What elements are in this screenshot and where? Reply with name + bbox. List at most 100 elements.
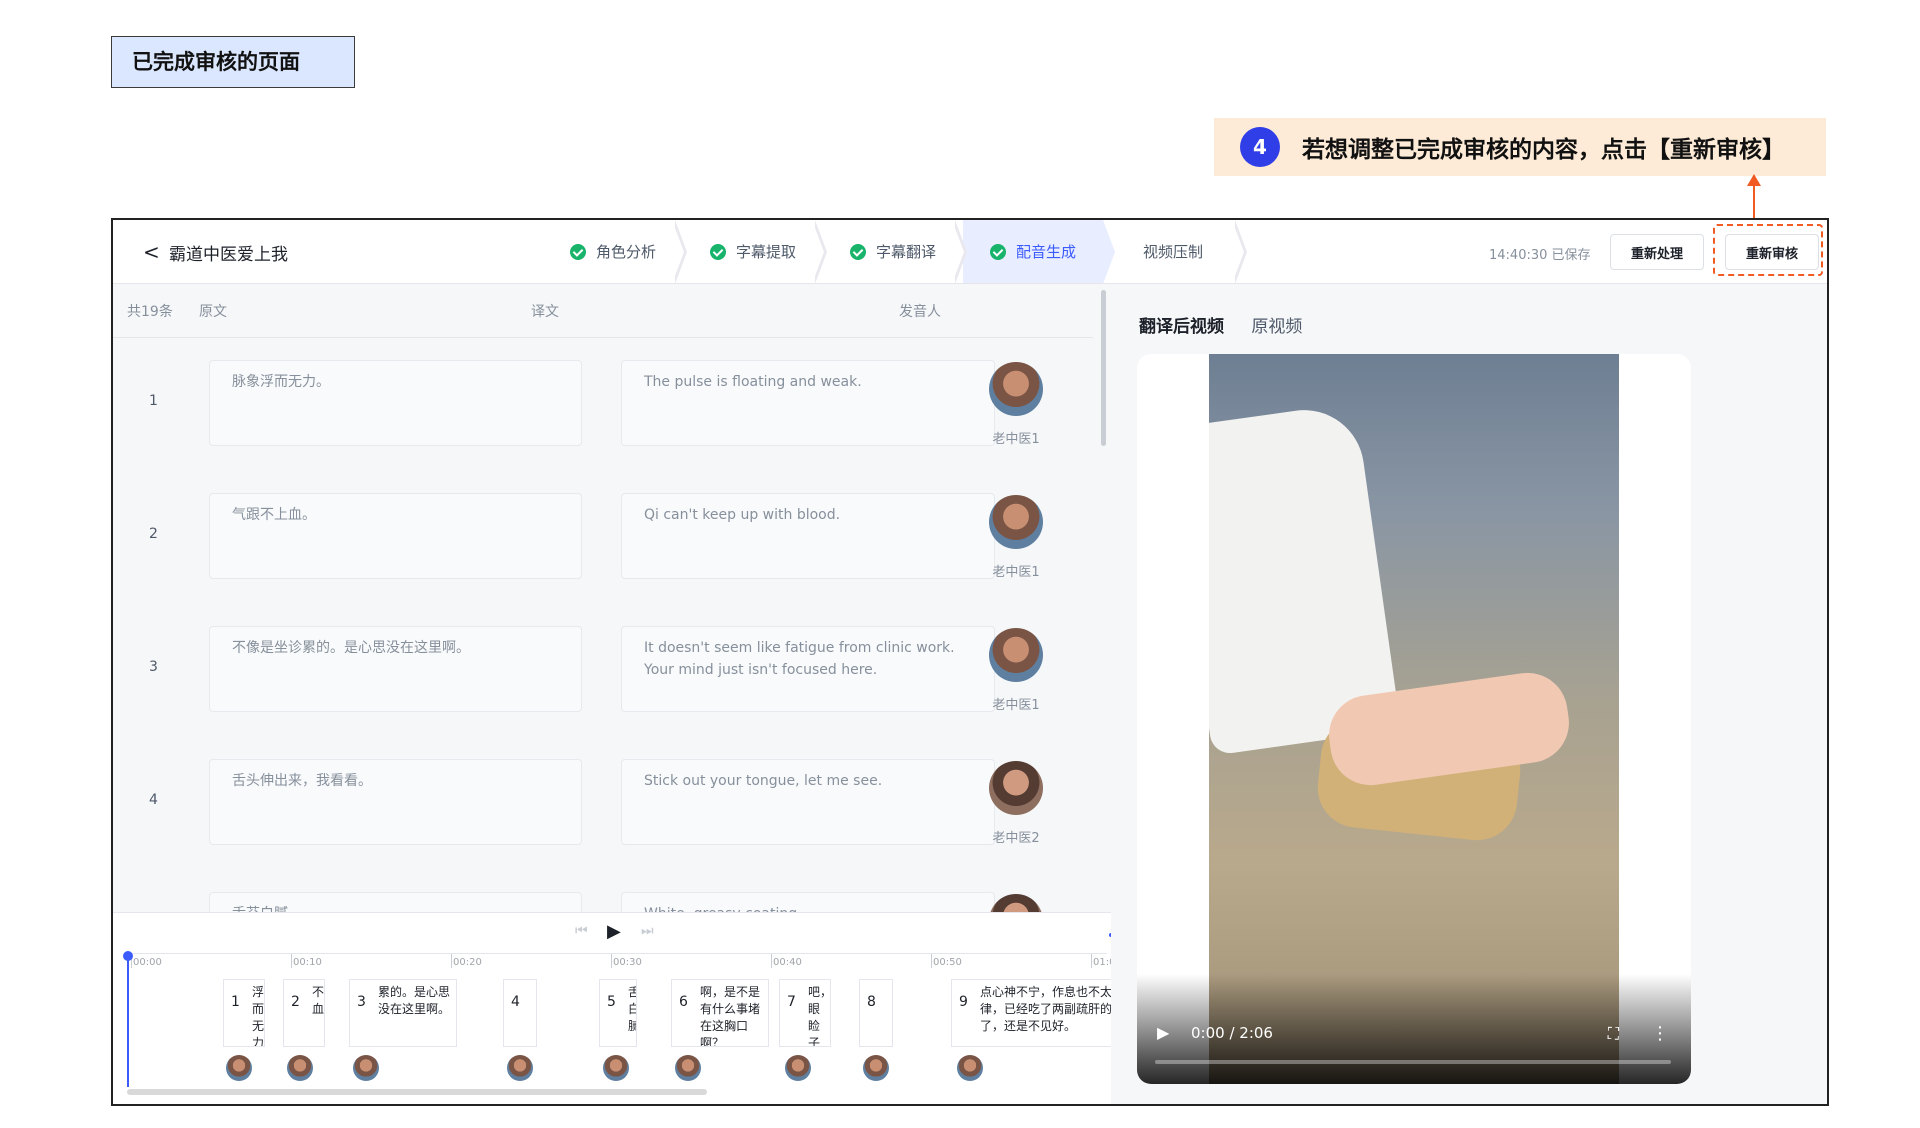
speaker-avatar[interactable] (989, 362, 1043, 416)
timeline-panel: ⏮ ▶ ⏭ 00:00 00:10 00:20 00:30 00:40 00:5… (113, 912, 1209, 1104)
row-number: 1 (149, 393, 158, 409)
speaker-avatar[interactable] (989, 495, 1043, 549)
step-subtitle-extraction[interactable]: 字幕提取 (683, 220, 827, 284)
time-tick: 00:40 (771, 954, 802, 968)
step-label: 视频压制 (1142, 243, 1203, 261)
row-number: 2 (149, 526, 158, 542)
clip-number: 7 (787, 994, 796, 1010)
clip-text: 累的。是心思没在这里啊。 (378, 985, 451, 1016)
video-player[interactable]: ▶ 0:00 / 2:06 ⛶ ⋮ (1137, 354, 1691, 1084)
back-icon[interactable]: < (143, 240, 160, 264)
tab-translated-video[interactable]: 翻译后视频 (1139, 317, 1224, 337)
video-preview-panel: 翻译后视频 原视频 ▶ 0:00 / 2:06 ⛶ ⋮ (1111, 284, 1827, 1104)
playhead[interactable] (123, 951, 133, 1087)
play-icon[interactable]: ▶ (607, 921, 621, 942)
clip-number: 2 (291, 994, 300, 1010)
table-row: 1 脉象浮而无力。 The pulse is floating and weak… (113, 338, 1093, 471)
row-count: 共19条 (127, 304, 173, 320)
subtitle-clip[interactable]: 9 点心神不宁，作息也不太规律，已经吃了两副疏肝的药了，还是不见好。 (951, 979, 1137, 1047)
clip-number: 9 (959, 994, 968, 1010)
step-label: 字幕翻译 (875, 243, 936, 261)
clip-text: 啊，是不是有什么事堵在这胸口啊？ (700, 985, 761, 1047)
clip-number: 3 (357, 994, 366, 1010)
step-video-encoding[interactable]: 视频压制 (1103, 220, 1247, 284)
video-time: 0:00 / 2:06 (1191, 1024, 1273, 1042)
clip-speaker-avatar (863, 1055, 889, 1081)
app-window: < 霸道中医爱上我 角色分析 字幕提取 字幕翻译 配音生成 视频压制 14:40… (111, 218, 1829, 1106)
check-circle-icon (569, 243, 586, 260)
video-play-icon[interactable]: ▶ (1157, 1023, 1169, 1042)
step-role-analysis[interactable]: 角色分析 (543, 220, 687, 284)
speaker-avatar[interactable] (989, 628, 1043, 682)
fullscreen-icon[interactable]: ⛶ (1608, 1024, 1619, 1044)
column-translation: 译文 (531, 304, 559, 320)
clip-speaker-avatar (957, 1055, 983, 1081)
subtitle-clip[interactable]: 7 吧，眼睑子下面泛 (779, 979, 831, 1047)
translation-text-field[interactable]: Stick out your tongue, let me see. (621, 759, 995, 845)
translation-text-field[interactable]: Qi can't keep up with blood. (621, 493, 995, 579)
horizontal-scrollbar[interactable] (127, 1089, 707, 1095)
subtitle-clip[interactable]: 1 浮而无力。 (223, 979, 265, 1047)
clip-speaker-avatar (785, 1055, 811, 1081)
tab-original-video[interactable]: 原视频 (1251, 317, 1302, 337)
row-number: 4 (149, 792, 158, 808)
column-speaker: 发音人 (899, 304, 941, 320)
speaker-avatar[interactable] (989, 894, 1043, 912)
reprocess-button[interactable]: 重新处理 (1610, 234, 1704, 270)
source-text-field[interactable]: 气跟不上血。 (209, 493, 582, 579)
re-review-button[interactable]: 重新审核 (1725, 234, 1819, 270)
clip-number: 5 (607, 994, 616, 1010)
table-row: 舌苔白腻。 White, greasy coating. (113, 870, 1093, 912)
table-row: 3 不像是坐诊累的。是心思没在这里啊。 It doesn't seem like… (113, 604, 1093, 737)
time-tick: 00:00 (131, 954, 162, 968)
clip-number: 8 (867, 994, 876, 1010)
skip-forward-icon[interactable]: ⏭ (641, 923, 654, 939)
clip-text: 浮而无力。 (252, 985, 265, 1047)
step-number-badge: 4 (1240, 127, 1280, 167)
subtitle-clip[interactable]: 3 累的。是心思没在这里啊。 (349, 979, 457, 1047)
top-bar: < 霸道中医爱上我 角色分析 字幕提取 字幕翻译 配音生成 视频压制 14:40… (113, 220, 1827, 284)
translation-text-field[interactable]: The pulse is floating and weak. (621, 360, 995, 446)
step-dubbing-generation[interactable]: 配音生成 (963, 220, 1115, 284)
callout-text: 若想调整已完成审核的内容，点击【重新审核】 (1302, 137, 1785, 163)
speaker-avatar[interactable] (989, 761, 1043, 815)
source-text-field[interactable]: 舌苔白腻。 (209, 892, 582, 912)
table-header: 共19条 原文 译文 发音人 (113, 284, 1093, 338)
clip-text: 吧，眼睑子下面泛 (808, 985, 831, 1047)
table-row: 4 舌头伸出来，我看看。 Stick out your tongue, let … (113, 737, 1093, 870)
page-caption: 已完成审核的页面 (111, 36, 355, 88)
save-status: 14:40:30 已保存 (1489, 248, 1591, 263)
timeline-ruler: 00:00 00:10 00:20 00:30 00:40 00:50 01:0… (127, 953, 1122, 973)
speaker-name: 老中医2 (992, 831, 1040, 846)
clip-number: 1 (231, 994, 240, 1010)
more-options-icon[interactable]: ⋮ (1651, 1023, 1669, 1044)
vertical-scrollbar[interactable] (1101, 290, 1106, 446)
time-tick: 00:50 (931, 954, 962, 968)
subtitle-editor-panel: 共19条 原文 译文 发音人 1 脉象浮而无力。 The pulse is fl… (113, 284, 1209, 1104)
project-title: 霸道中医爱上我 (169, 245, 288, 265)
clip-number: 6 (679, 994, 688, 1010)
subtitle-clip[interactable]: 2 不血。 (283, 979, 325, 1047)
check-circle-icon (849, 243, 866, 260)
subtitle-clip[interactable]: 6 啊，是不是有什么事堵在这胸口啊？ (671, 979, 769, 1047)
skip-back-icon[interactable]: ⏮ (575, 923, 588, 939)
check-circle-icon (989, 243, 1006, 260)
source-text-field[interactable]: 舌头伸出来，我看看。 (209, 759, 582, 845)
step-label: 角色分析 (595, 243, 656, 261)
clip-speaker-avatar (287, 1055, 313, 1081)
video-progress-bar[interactable] (1155, 1060, 1671, 1064)
source-text-field[interactable]: 脉象浮而无力。 (209, 360, 582, 446)
subtitle-clip[interactable]: 5 舌白腻 (599, 979, 637, 1047)
step-subtitle-translation[interactable]: 字幕翻译 (823, 220, 967, 284)
clip-text: 不血。 (312, 985, 325, 1016)
speaker-name: 老中医1 (992, 432, 1040, 447)
source-text-field[interactable]: 不像是坐诊累的。是心思没在这里啊。 (209, 626, 582, 712)
speaker-name: 老中医1 (992, 698, 1040, 713)
translation-text-field[interactable]: It doesn't seem like fatigue from clinic… (621, 626, 995, 712)
subtitle-clip[interactable]: 4 (503, 979, 537, 1047)
clip-speaker-avatar (507, 1055, 533, 1081)
subtitle-clip[interactable]: 8 (859, 979, 893, 1047)
video-controls: ▶ 0:00 / 2:06 ⛶ ⋮ (1137, 974, 1691, 1084)
translation-text-field[interactable]: White, greasy coating. (621, 892, 995, 912)
clip-speaker-avatar (675, 1055, 701, 1081)
